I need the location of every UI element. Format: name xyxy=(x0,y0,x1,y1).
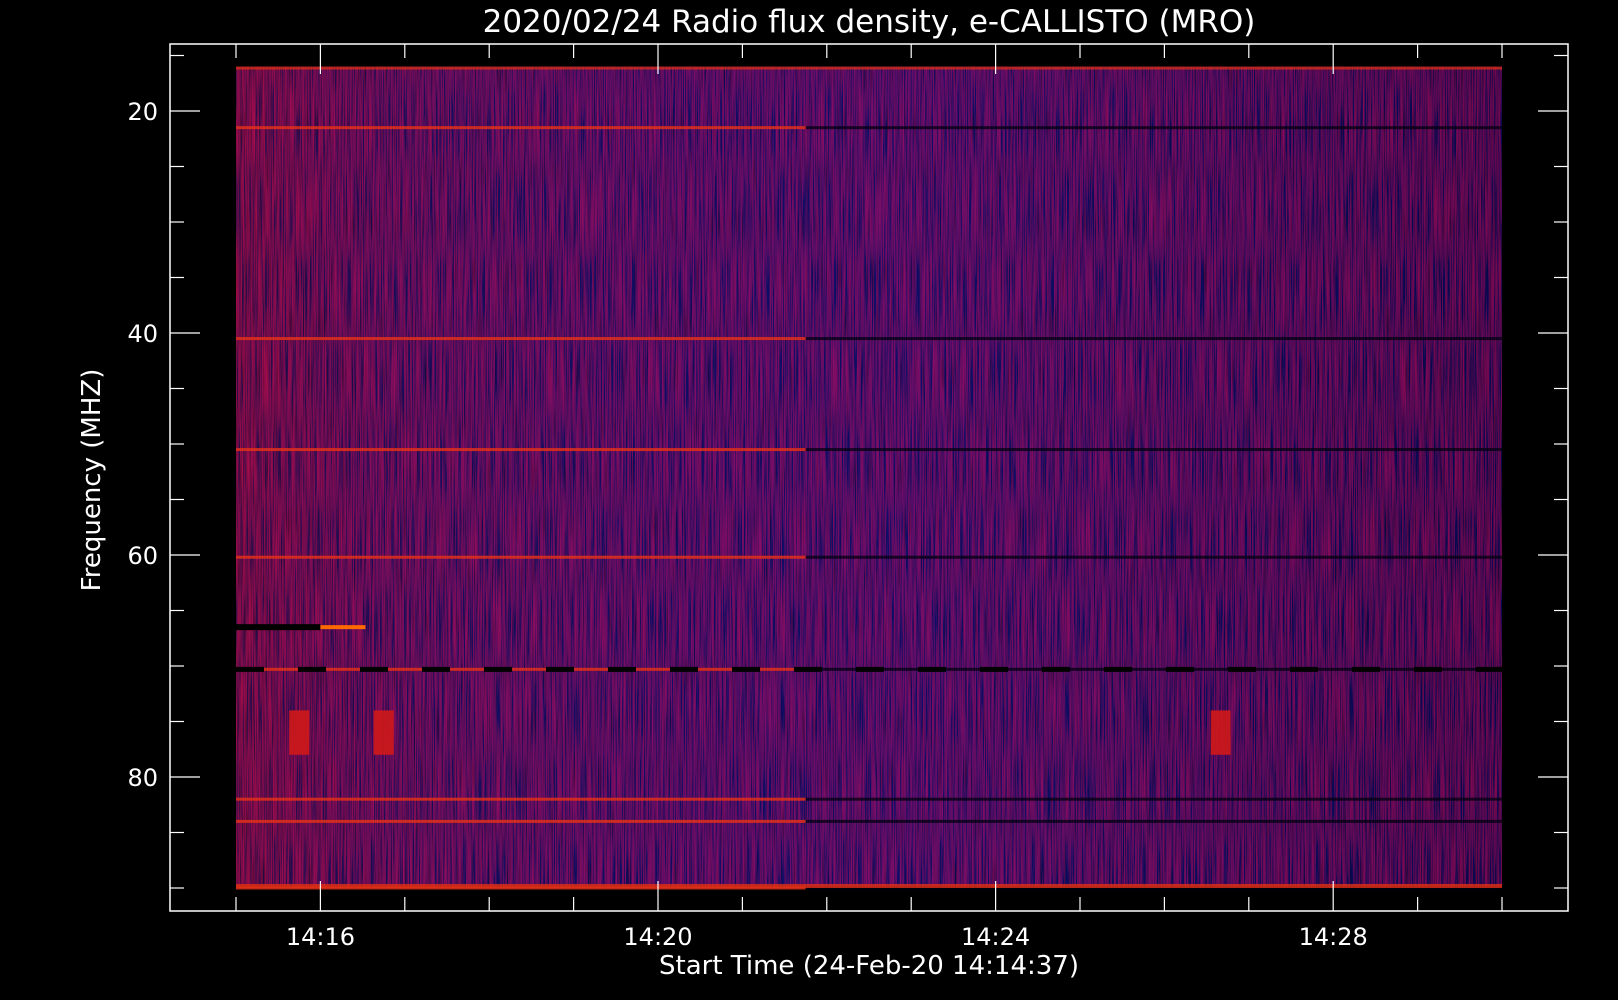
spectrogram-image xyxy=(236,66,1502,890)
x-tick-label: 14:16 xyxy=(286,923,355,951)
radio-burst xyxy=(289,710,310,755)
x-tick-label: 14:24 xyxy=(961,923,1030,951)
y-tick-label: 60 xyxy=(127,542,158,570)
emission-line xyxy=(236,337,1502,341)
dark-line-tail xyxy=(320,625,366,630)
radio-burst xyxy=(373,710,394,755)
y-tick-label: 20 xyxy=(127,98,158,126)
y-tick-label: 80 xyxy=(127,764,158,792)
emission-line xyxy=(236,555,1502,559)
x-tick-label: 14:28 xyxy=(1299,923,1368,951)
spectrogram-chart: 14:16 14:20 14:24 14:28 20 40 60 80 2020/02/24… xyxy=(77,4,1569,981)
y-axis-title: Frequency (MHZ) xyxy=(77,369,107,592)
emission-line xyxy=(236,797,1502,801)
chart-title: 2020/02/24 Radio flux density, e-CALLIST… xyxy=(483,4,1256,40)
x-axis-title: Start Time (24-Feb-20 14:14:37) xyxy=(659,951,1079,981)
x-tick-label: 14:20 xyxy=(623,923,692,951)
emission-line xyxy=(236,448,1502,452)
emission-line xyxy=(236,126,1502,130)
y-tick-label: 40 xyxy=(127,320,158,348)
radio-burst xyxy=(1210,710,1231,755)
emission-line xyxy=(236,819,1502,823)
dark-line xyxy=(236,624,321,631)
